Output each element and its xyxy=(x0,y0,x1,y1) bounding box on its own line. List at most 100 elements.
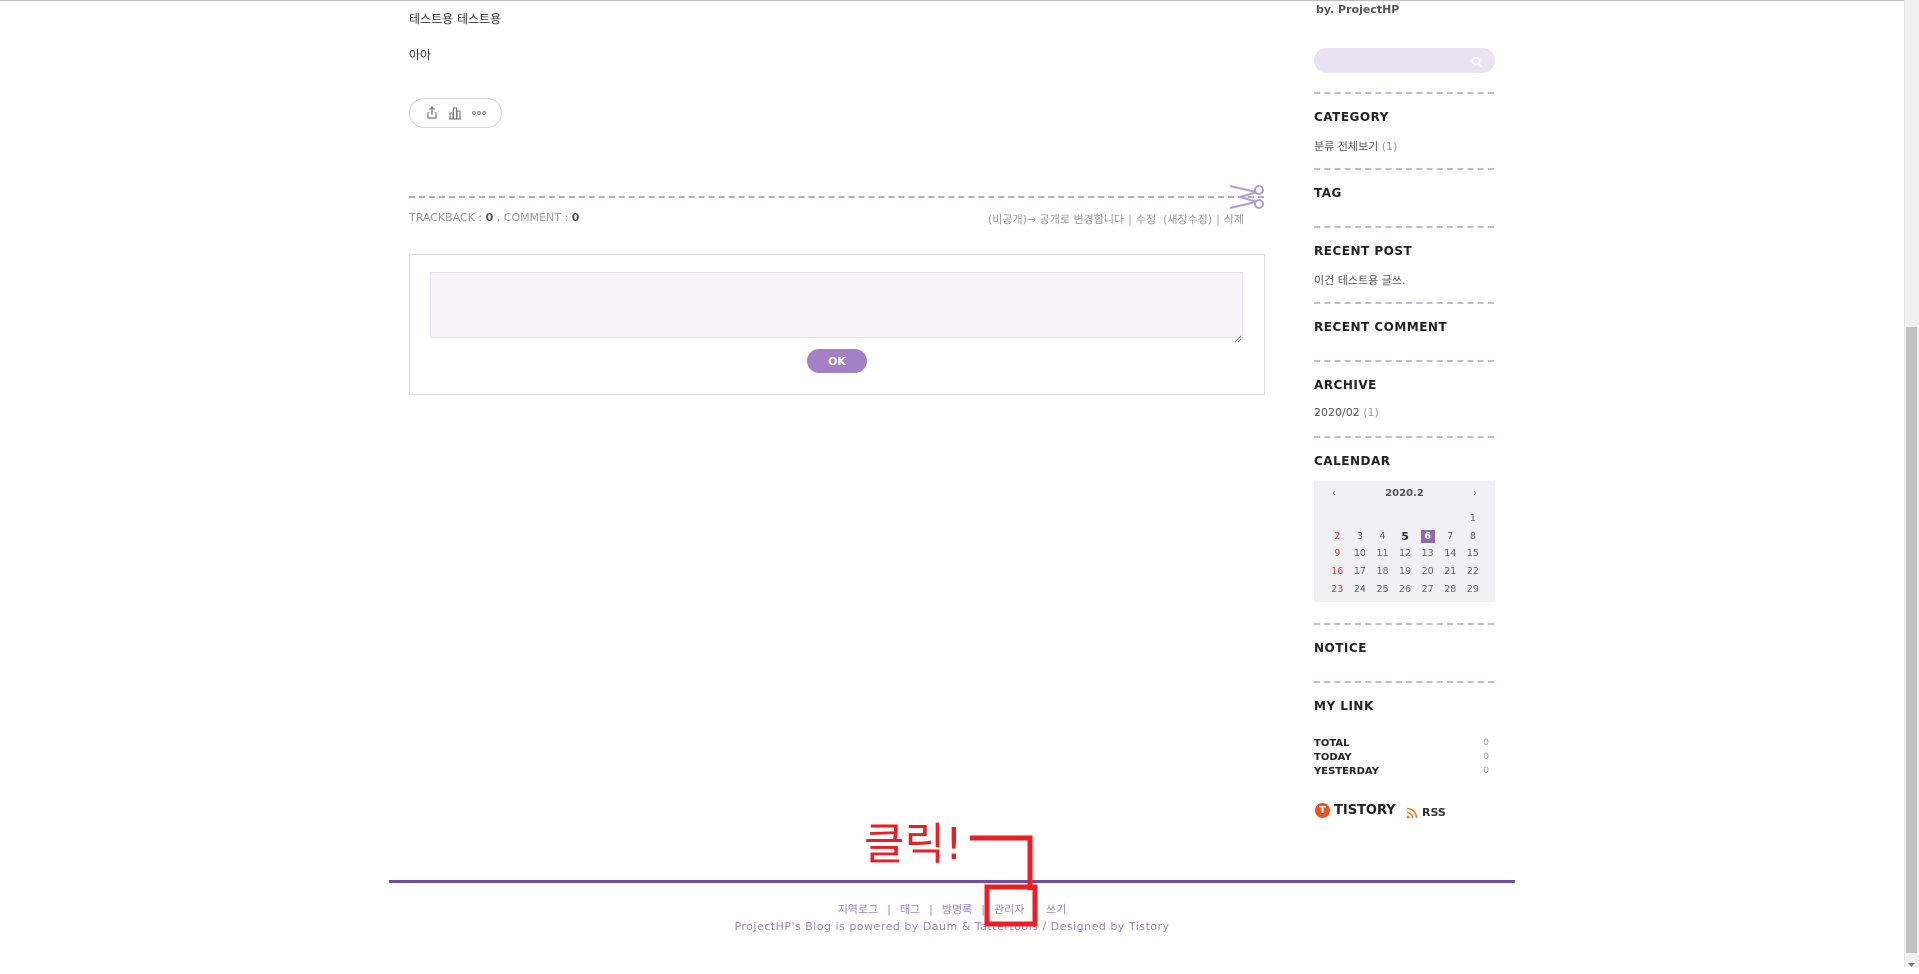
sidebar-divider xyxy=(1314,302,1494,304)
calendar-day[interactable]: 20 xyxy=(1416,566,1439,577)
calendar-day[interactable]: 22 xyxy=(1462,566,1485,577)
edit-new-window-link[interactable]: (새창수정) xyxy=(1163,213,1212,226)
edit-link[interactable]: 수정 xyxy=(1136,213,1156,226)
footer-divider xyxy=(389,880,1515,883)
separator: | xyxy=(1216,213,1220,226)
calendar-day[interactable]: 26 xyxy=(1394,584,1417,595)
calendar-prev-icon[interactable]: ‹ xyxy=(1314,488,1354,499)
calendar-day[interactable]: 5 xyxy=(1394,530,1417,543)
calendar-day[interactable]: 29 xyxy=(1462,584,1485,595)
post-body-line: 테스트용 테스트용 xyxy=(409,12,502,26)
search-icon[interactable] xyxy=(1471,53,1483,72)
calendar-day[interactable]: 14 xyxy=(1439,548,1462,559)
blog-byline: by. ProjectHP xyxy=(1316,3,1400,16)
footer-nav: 지역로그 | 태그 | 방명록 | 관리자 | 쓰기 xyxy=(389,901,1515,917)
annotation-arrow xyxy=(970,835,1038,927)
calendar-day[interactable]: 1 xyxy=(1462,513,1485,524)
calendar-day[interactable]: 28 xyxy=(1439,584,1462,595)
stat-today: TODAY 0 xyxy=(1314,752,1489,763)
stat-label: YESTERDAY xyxy=(1314,766,1379,777)
tag-title: TAG xyxy=(1314,186,1342,200)
calendar-month: 2020.2 xyxy=(1385,487,1424,499)
scrollbar-thumb[interactable] xyxy=(1906,327,1917,953)
stat-value: 0 xyxy=(1483,752,1489,762)
comment-label[interactable]: , COMMENT : xyxy=(493,211,571,224)
calendar-day[interactable]: 9 xyxy=(1326,548,1349,559)
calendar-day[interactable]: 6 xyxy=(1420,529,1435,543)
scroll-down-icon[interactable] xyxy=(1906,955,1917,967)
calendar-next-icon[interactable]: › xyxy=(1455,488,1495,499)
calendar-day[interactable]: 23 xyxy=(1326,584,1349,595)
calendar-day[interactable]: 25 xyxy=(1371,584,1394,595)
calendar-day[interactable]: 2 xyxy=(1326,531,1349,542)
category-item[interactable]: 분류 전체보기 (1) xyxy=(1314,138,1397,154)
sidebar-divider xyxy=(1314,168,1494,170)
calendar-day[interactable]: 3 xyxy=(1349,531,1372,542)
category-item-label[interactable]: 분류 전체보기 xyxy=(1314,140,1378,153)
calendar-day[interactable]: 10 xyxy=(1349,548,1372,559)
tistory-logo[interactable]: T TISTORY xyxy=(1315,803,1396,818)
calendar-title: CALENDAR xyxy=(1314,454,1391,468)
sidebar-divider xyxy=(1314,226,1494,228)
calendar-day[interactable]: 12 xyxy=(1394,548,1417,559)
stats-icon[interactable] xyxy=(448,106,462,120)
calendar-day[interactable]: 17 xyxy=(1349,566,1372,577)
calendar-header: ‹ 2020.2 › xyxy=(1314,484,1495,502)
footer-link-tag[interactable]: 태그 xyxy=(900,901,920,917)
recent-comment-title: RECENT COMMENT xyxy=(1314,320,1448,334)
calendar-day[interactable]: 8 xyxy=(1462,531,1485,542)
archive-item-count: (1) xyxy=(1363,406,1379,419)
sidebar-divider xyxy=(1314,360,1494,362)
archive-item-label[interactable]: 2020/02 xyxy=(1314,406,1360,419)
notice-title: NOTICE xyxy=(1314,641,1367,655)
archive-title: ARCHIVE xyxy=(1314,378,1377,392)
change-visibility-link[interactable]: (비공개)→ 공개로 변경합니다 xyxy=(988,213,1124,226)
footer-link-write[interactable]: 쓰기 xyxy=(1046,901,1066,917)
post-divider xyxy=(409,196,1264,198)
my-link-title: MY LINK xyxy=(1314,699,1374,713)
calendar-day[interactable]: 19 xyxy=(1394,566,1417,577)
post-admin-actions: (비공개)→ 공개로 변경합니다 | 수정 (새창수정) | 삭제 xyxy=(988,211,1244,227)
category-item-count: (1) xyxy=(1381,140,1398,153)
comment-count: 0 xyxy=(571,211,580,224)
calendar-day[interactable]: 24 xyxy=(1349,584,1372,595)
comment-textarea[interactable] xyxy=(430,272,1243,338)
calendar-day[interactable]: 21 xyxy=(1439,566,1462,577)
comment-submit-button[interactable]: OK xyxy=(807,349,867,373)
calendar-day[interactable]: 11 xyxy=(1371,548,1394,559)
sidebar-divider xyxy=(1314,681,1494,683)
separator: | xyxy=(887,903,891,916)
calendar-day[interactable]: 16 xyxy=(1326,566,1349,577)
archive-item[interactable]: 2020/02 (1) xyxy=(1314,406,1379,419)
stat-value: 0 xyxy=(1483,738,1489,748)
calendar-day[interactable]: 15 xyxy=(1462,548,1485,559)
separator: | xyxy=(929,903,933,916)
scissors-icon xyxy=(1228,184,1266,214)
sidebar-divider xyxy=(1314,436,1494,438)
trackback-comment-counts: TRACKBACK : 0 , COMMENT : 0 xyxy=(409,211,579,224)
calendar-day[interactable]: 4 xyxy=(1371,531,1394,542)
search-input[interactable] xyxy=(1314,48,1495,73)
calendar-day[interactable]: 7 xyxy=(1439,531,1462,542)
recent-post-title: RECENT POST xyxy=(1314,244,1413,258)
calendar-grid: 1 2 3 4 5 6 7 8 9 10 11 12 13 14 15 16 17 18 19 20 21 22 23 24 2… xyxy=(1326,510,1484,598)
trackback-label[interactable]: TRACKBACK : xyxy=(409,211,486,224)
footer-credit: ProjectHP's Blog is powered by Daum & Ta… xyxy=(734,920,1170,933)
separator: | xyxy=(1128,213,1132,226)
share-icon[interactable] xyxy=(425,106,439,120)
tistory-label: TISTORY xyxy=(1334,803,1396,818)
annotation-label: 클릭! xyxy=(864,819,963,870)
footer-link-location-log[interactable]: 지역로그 xyxy=(838,901,878,917)
delete-link[interactable]: 삭제 xyxy=(1224,213,1244,226)
recent-post-item[interactable]: 이건 테스트용 글쓰. xyxy=(1314,272,1405,288)
post-body-line: 아아 xyxy=(409,48,432,62)
calendar-day[interactable]: 13 xyxy=(1416,548,1439,559)
more-icon[interactable] xyxy=(472,110,487,116)
calendar-day[interactable]: 18 xyxy=(1371,566,1394,577)
rss-link[interactable]: RSS xyxy=(1406,806,1446,819)
category-title: CATEGORY xyxy=(1314,110,1389,124)
calendar-day[interactable]: 27 xyxy=(1416,584,1439,595)
resize-grip-icon[interactable] xyxy=(1233,328,1242,343)
stat-total: TOTAL 0 xyxy=(1314,738,1489,749)
rss-label: RSS xyxy=(1422,806,1446,819)
